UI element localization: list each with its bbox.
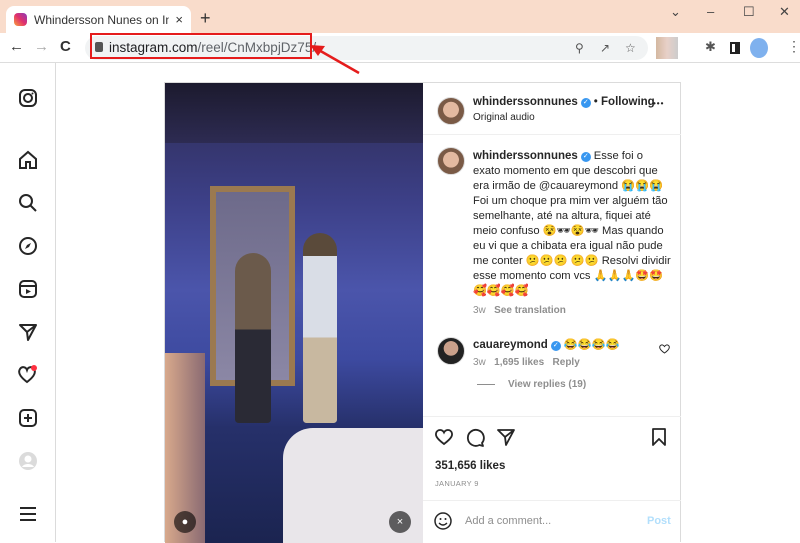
comment-divider bbox=[423, 500, 681, 501]
instagram-favicon-icon bbox=[14, 13, 27, 26]
more-options-icon[interactable]: ••• bbox=[653, 99, 664, 108]
create-plus-icon[interactable] bbox=[17, 407, 39, 429]
profile-avatar[interactable] bbox=[750, 38, 768, 58]
caption-text: Esse foi o exato momento em que descobri… bbox=[473, 150, 671, 297]
share-icon[interactable]: ↗ bbox=[600, 41, 610, 55]
instagram-logo-icon[interactable] bbox=[17, 87, 39, 109]
tab-title: Whindersson Nunes on Instag bbox=[34, 12, 170, 27]
header-divider bbox=[423, 134, 681, 135]
post-side-panel: whinderssonnunes ✓ • Following Original au… bbox=[423, 83, 681, 543]
tab-bar: Whindersson Nunes on Instag × + ⌄ – ☐ ✕ bbox=[0, 0, 800, 33]
maximize-button[interactable]: ☐ bbox=[743, 4, 755, 20]
view-replies-button[interactable]: View replies (19) bbox=[508, 379, 586, 390]
post-comment-button[interactable]: Post bbox=[647, 515, 671, 527]
browser-tab[interactable]: Whindersson Nunes on Instag × bbox=[6, 6, 191, 33]
zoom-search-icon[interactable]: ⚲ bbox=[575, 41, 584, 55]
video-person-left bbox=[235, 253, 271, 423]
menu-dots-icon[interactable]: ⋮ bbox=[787, 38, 800, 55]
caption-time[interactable]: 3w bbox=[473, 305, 486, 316]
messages-send-icon[interactable] bbox=[17, 321, 39, 343]
tab-close-button[interactable]: × bbox=[175, 12, 183, 27]
verified-badge-icon: ✓ bbox=[580, 152, 591, 162]
comment-like-icon[interactable] bbox=[659, 344, 670, 354]
emoji-icon[interactable] bbox=[434, 512, 452, 530]
following-button[interactable]: Following bbox=[601, 96, 655, 108]
more-menu-icon[interactable] bbox=[17, 503, 39, 525]
comment-likes[interactable]: 1,695 likes bbox=[494, 357, 544, 368]
reload-button[interactable]: C bbox=[60, 38, 71, 55]
verified-badge-icon: ✓ bbox=[550, 341, 561, 351]
like-heart-icon[interactable] bbox=[434, 428, 454, 446]
comment-meta: 3w 1,695 likes Reply bbox=[473, 357, 580, 368]
tagged-user-icon[interactable]: ● bbox=[174, 511, 196, 533]
follow-separator: • bbox=[593, 96, 598, 108]
video-person-right bbox=[303, 233, 337, 423]
reels-icon[interactable] bbox=[17, 278, 39, 300]
reel-video[interactable]: ● × bbox=[165, 83, 423, 543]
caption-username[interactable]: whinderssonnunes bbox=[473, 150, 578, 162]
annotation-arrow-icon bbox=[310, 45, 360, 75]
post-dialog: ● × whinderssonnunes ✓ • Following Origina… bbox=[164, 82, 681, 543]
instagram-sidebar bbox=[0, 63, 56, 542]
comment-bubble-icon[interactable] bbox=[465, 428, 485, 447]
url-highlight-box bbox=[90, 33, 312, 59]
extension-icon[interactable] bbox=[656, 37, 678, 59]
notifications-heart-icon[interactable] bbox=[17, 364, 39, 386]
post-date[interactable]: JANUARY 9 bbox=[435, 479, 479, 488]
explore-compass-icon[interactable] bbox=[17, 235, 39, 257]
reply-button[interactable]: Reply bbox=[553, 357, 580, 368]
forward-button[interactable]: → bbox=[34, 38, 49, 55]
back-button[interactable]: ← bbox=[9, 38, 24, 55]
post-header: whinderssonnunes ✓ • Following bbox=[473, 96, 655, 108]
comment-username[interactable]: cauareymond bbox=[473, 339, 548, 351]
close-window-button[interactable]: ✕ bbox=[779, 4, 790, 20]
share-send-icon[interactable] bbox=[496, 428, 516, 446]
home-icon[interactable] bbox=[17, 149, 39, 171]
new-tab-button[interactable]: + bbox=[200, 8, 211, 29]
comment-time: 3w bbox=[473, 357, 486, 368]
bookmark-star-icon[interactable]: ☆ bbox=[625, 41, 636, 55]
comment-text: 😂😂😂😂 bbox=[563, 339, 620, 351]
caption-avatar[interactable] bbox=[437, 147, 465, 175]
likes-count[interactable]: 351,656 likes bbox=[435, 460, 505, 472]
caption: whinderssonnunes ✓ Esse foi o exato moment… bbox=[473, 149, 673, 318]
extensions-puzzle-icon[interactable]: ✱ bbox=[705, 39, 716, 55]
profile-avatar-icon[interactable] bbox=[17, 450, 39, 472]
comment: cauareymond ✓ 😂😂😂😂 bbox=[473, 338, 620, 351]
commenter-avatar[interactable] bbox=[437, 337, 465, 365]
actions-divider bbox=[423, 416, 681, 417]
verified-badge-icon: ✓ bbox=[580, 98, 591, 108]
author-avatar[interactable] bbox=[437, 97, 465, 125]
search-icon[interactable] bbox=[17, 192, 39, 214]
see-translation-link[interactable]: See translation bbox=[494, 305, 566, 316]
comment-input[interactable]: Add a comment... bbox=[465, 515, 551, 527]
side-panel-icon[interactable] bbox=[730, 42, 740, 54]
save-bookmark-icon[interactable] bbox=[651, 428, 667, 446]
author-username[interactable]: whinderssonnunes bbox=[473, 96, 578, 108]
replies-line bbox=[477, 384, 495, 385]
mute-icon[interactable]: × bbox=[389, 511, 411, 533]
tab-search-icon[interactable]: ⌄ bbox=[670, 4, 681, 20]
minimize-button[interactable]: – bbox=[707, 4, 714, 19]
video-background bbox=[165, 83, 423, 143]
audio-label[interactable]: Original audio bbox=[473, 112, 535, 123]
